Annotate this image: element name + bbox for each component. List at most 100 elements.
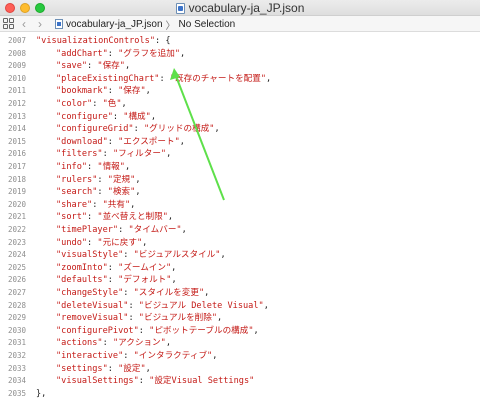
- json-value: "グリッドの構成": [143, 124, 215, 135]
- json-punct: :: [92, 99, 103, 109]
- json-punct: ,: [204, 288, 210, 298]
- code-line: 2016 "filters": "フィルター",: [0, 148, 480, 161]
- json-punct: :: [133, 124, 144, 135]
- json-punct: :: [107, 262, 119, 273]
- json-file-icon: [55, 19, 63, 29]
- line-number: 2009: [7, 61, 26, 71]
- code-line: 2021 "sort": "並べ替えと制限",: [0, 211, 480, 224]
- code-text: "configurePivot": "ピボットテーブルの構成",: [56, 325, 259, 338]
- code-line: 2014 "configureGrid": "グリッドの構成",: [0, 123, 480, 136]
- json-punct: ,: [166, 149, 172, 160]
- code-line: 2010 "placeExistingChart": "既存のチャートを配置",: [0, 73, 480, 86]
- json-key: "actions": [56, 338, 103, 349]
- json-punct: :: [107, 48, 119, 59]
- json-key: "info": [56, 162, 88, 172]
- json-punct: :: [107, 86, 119, 97]
- line-number: 2018: [7, 174, 26, 184]
- code-line: 2032 "interactive": "インタラクティブ",: [0, 350, 480, 363]
- json-punct: :: [159, 73, 170, 84]
- code-text: "visualStyle": "ビジュアルスタイル",: [56, 249, 226, 262]
- breadcrumb-separator: 〉: [165, 20, 176, 32]
- json-value: "ピボットテーブルの構成": [149, 325, 254, 336]
- code-line: 2008 "addChart": "グラフを追加",: [0, 48, 480, 61]
- json-punct: ,: [217, 313, 223, 324]
- json-punct: :: [107, 136, 119, 147]
- code-line: 2028 "deleteVisual": "ビジュアル Delete Visual…: [0, 300, 480, 313]
- line-number: 2027: [7, 288, 26, 297]
- json-value: "タイムバー": [128, 225, 182, 235]
- code-editor[interactable]: 2007 "visualizationControls": {2008 "addCh…: [0, 33, 480, 410]
- line-number: 2016: [7, 149, 26, 159]
- json-file-icon: [175, 2, 185, 14]
- json-value: "構成": [123, 111, 151, 122]
- code-line: 2023 "undo": "元に戻す",: [0, 237, 480, 250]
- json-punct: :: [102, 149, 113, 160]
- json-key: "share": [56, 199, 93, 210]
- chevron-right-icon[interactable]: ›: [38, 16, 42, 32]
- json-value: "グラフを追加": [118, 48, 181, 59]
- json-value: "インタラクティブ": [133, 351, 213, 361]
- code-text: "visualizationControls": {: [36, 35, 171, 48]
- json-value: "ビジュアル Delete Visual": [138, 300, 264, 311]
- line-number: 2025: [7, 262, 26, 272]
- json-value: "並べ替えと制限": [97, 212, 168, 223]
- json-key: "addChart": [56, 48, 108, 59]
- code-line: 2027 "changeStyle": "スタイルを変更",: [0, 287, 480, 300]
- json-key: "download": [56, 136, 108, 147]
- json-punct: :: [138, 376, 150, 387]
- json-key: "visualSettings": [56, 376, 139, 387]
- json-punct: :: [87, 61, 98, 72]
- window-title-group: vocabulary-ja_JP.json: [0, 0, 480, 16]
- json-key: "undo": [56, 237, 88, 248]
- json-key: "visualStyle": [56, 250, 124, 261]
- json-punct: :: [112, 111, 124, 122]
- line-number: 2019: [7, 187, 26, 197]
- related-items-grid-icon[interactable]: [3, 18, 15, 30]
- json-punct: :: [87, 212, 98, 223]
- code-line: 2007 "visualizationControls": {: [0, 35, 480, 48]
- code-text: "undo": "元に戻す",: [56, 237, 147, 250]
- json-value: "色": [102, 99, 122, 109]
- json-value: "保存": [97, 61, 125, 72]
- line-number: 2023: [7, 237, 26, 247]
- json-punct: :: [128, 300, 139, 311]
- json-value: "フィルター": [112, 149, 167, 160]
- json-value: "検索": [107, 187, 136, 198]
- code-line: 2033 "settings": "設定",: [0, 363, 480, 376]
- code-line: 2012 "color": "色",: [0, 98, 480, 111]
- line-number: 2017: [7, 162, 26, 171]
- code-line: 2035},: [0, 388, 480, 401]
- breadcrumb-selection[interactable]: No Selection: [179, 19, 236, 30]
- breadcrumb: vocabulary-ja_JP.json 〉 No Selection: [55, 16, 235, 32]
- code-text: "defaults": "デフォルト",: [56, 274, 177, 287]
- code-line: 2029 "removeVisual": "ビジュアルを削除",: [0, 312, 480, 325]
- code-text: "save": "保存",: [56, 60, 130, 73]
- json-key: "placeExistingChart": [56, 73, 160, 84]
- code-text: "info": "情報",: [56, 161, 130, 174]
- json-key: "rulers": [56, 174, 98, 185]
- code-text: "settings": "設定",: [56, 363, 151, 376]
- code-text: "configure": "構成",: [56, 111, 156, 124]
- code-line: 2009 "save": "保存",: [0, 60, 480, 73]
- json-punct: : {: [155, 36, 171, 46]
- json-punct: ,: [171, 262, 177, 273]
- json-punct: :: [123, 351, 134, 361]
- code-line: 2018 "rulers": "定規",: [0, 174, 480, 187]
- json-punct: ,: [212, 351, 218, 361]
- json-punct: ,: [266, 73, 272, 84]
- breadcrumb-file[interactable]: vocabulary-ja_JP.json: [66, 19, 163, 30]
- json-punct: ,: [179, 136, 185, 147]
- chevron-left-icon[interactable]: ‹: [22, 16, 26, 32]
- json-punct: ,: [130, 199, 136, 210]
- json-punct: ,: [214, 124, 220, 135]
- line-number: 2030: [7, 325, 26, 335]
- json-key: "configure": [56, 111, 113, 122]
- json-value: "元に戻す": [97, 237, 143, 248]
- code-text: "download": "エクスポート",: [56, 136, 185, 149]
- json-punct: ,: [124, 61, 131, 72]
- json-key: "save": [56, 61, 88, 72]
- line-number: 2035: [7, 388, 26, 398]
- json-punct: :: [102, 338, 113, 349]
- code-line: 2025 "zoomInto": "ズームイン",: [0, 262, 480, 275]
- json-key: "zoomInto": [56, 262, 108, 273]
